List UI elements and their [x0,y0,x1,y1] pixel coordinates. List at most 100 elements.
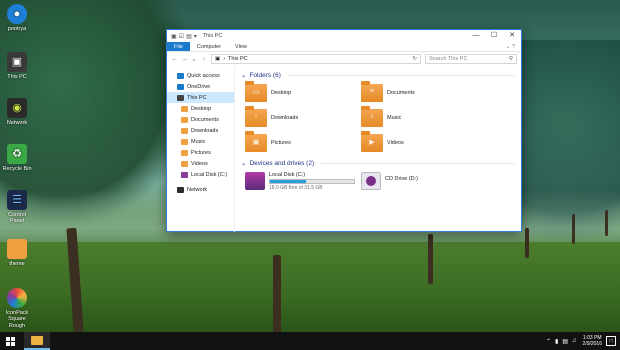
search-box[interactable]: Search This PC ⚲ [425,54,517,64]
drive-cd[interactable]: CD Drive (D:) [361,172,477,191]
nav-item-pictures[interactable]: Pictures [167,147,234,158]
drive-usage-bar [269,179,355,184]
nav-item-quick-access[interactable]: Quick access [167,70,234,81]
folder-icon [181,149,188,156]
this-pc-icon: ▣ [215,56,221,62]
title-bar[interactable]: ▣ ☑ ▤ ▾ This PC — ☐ ✕ [167,30,521,42]
nav-item-label: Music [191,138,206,145]
pictures-folder-icon: ▣ [245,131,267,152]
refresh-icon[interactable]: ↻ [412,56,417,62]
desktop-icon-network[interactable]: ◉ Network [2,98,32,126]
fence-post [525,228,529,258]
nav-item-label: Downloads [191,127,219,134]
folder-documents[interactable]: ≡ Documents [361,81,477,104]
nav-item-desktop[interactable]: Desktop [167,103,234,114]
user-icon: ● [7,4,27,24]
up-arrow-icon[interactable]: ↑ [201,56,207,63]
properties-icon[interactable]: ☑ [179,33,184,40]
chevron-down-icon[interactable]: ▾ [194,33,197,40]
address-row: ← → ⌄ ↑ ▣ › This PC ↻ Search This PC ⚲ [167,52,521,66]
breadcrumb-separator-icon: › [223,56,226,62]
nav-item-this-pc[interactable]: This PC [167,92,234,103]
system-tray: ⌃ ▮ ▤ ♫ 1:03 PM 2/9/2016 □ [546,335,620,347]
search-icon[interactable]: ⚲ [509,56,513,62]
iconpack-icon [7,288,27,308]
folder-pictures[interactable]: ▣ Pictures [245,131,361,154]
cd-drive-icon [361,172,381,190]
notifications-icon[interactable]: □ [606,336,616,346]
folder-icon [181,116,188,123]
tab-file[interactable]: File [167,42,190,51]
folders-section-header[interactable]: ⌄ Folders (6) [241,70,515,80]
nav-item-onedrive[interactable]: OneDrive [167,81,234,92]
clock[interactable]: 1:03 PM 2/9/2016 [583,335,602,347]
desktop-icon-iconpack[interactable]: IconPack Square Rough [2,288,32,329]
downloads-folder-icon: ↓ [245,106,267,127]
fence-post [273,255,281,333]
drive-usage-fill [270,180,307,183]
nav-item-label: Pictures [191,149,211,156]
fence-post [572,214,575,244]
folder-downloads[interactable]: ↓ Downloads [245,106,361,129]
drive-icon [181,171,188,178]
ribbon-tabs: File Computer View ⌄ ? [167,42,521,52]
section-title: Devices and drives (2) [249,159,315,167]
desktop-icon-control-panel[interactable]: ☰ Control Panel [2,190,32,225]
new-folder-icon[interactable]: ▤ [186,33,192,40]
nav-item-network[interactable]: Network [167,184,234,195]
folder-music[interactable]: ♪ Music [361,106,477,129]
tab-view[interactable]: View [228,42,254,51]
volume-icon[interactable]: ♫ [572,338,577,344]
taskbar-file-explorer[interactable] [24,332,50,350]
nav-item-videos[interactable]: Videos [167,158,234,169]
folder-icon [31,335,43,345]
folder-icon [181,105,188,112]
drives-section-header[interactable]: ⌄ Devices and drives (2) [241,158,515,168]
forward-arrow-icon[interactable]: → [181,56,188,63]
start-button[interactable] [0,332,20,350]
desktop-icon-label: Network [6,120,28,126]
drives-grid: Local Disk (C:) 18.0 GB free of 31.5 GB … [241,168,515,191]
drive-local-disk[interactable]: Local Disk (C:) 18.0 GB free of 31.5 GB [245,172,361,191]
search-placeholder: Search This PC [429,56,468,62]
minimize-button[interactable]: — [467,30,485,42]
recycle-bin-icon: ♻ [7,144,27,164]
fence-post [428,234,433,284]
nav-item-documents[interactable]: Documents [167,114,234,125]
recent-chevron-icon[interactable]: ⌄ [191,55,197,63]
this-pc-icon: ▣ [171,33,177,40]
maximize-button[interactable]: ☐ [485,30,503,42]
nav-item-label: Quick access [187,72,220,79]
folder-label: Desktop [271,90,292,96]
chevron-down-icon: ⌄ [241,160,247,167]
folder-label: Pictures [271,140,291,146]
expand-ribbon-icon[interactable]: ⌄ ? [506,42,521,51]
chevron-up-icon[interactable]: ⌃ [546,338,551,345]
nav-item-local-disk[interactable]: Local Disk (C:) [167,169,234,180]
documents-folder-icon: ≡ [361,81,383,102]
desktop-icon-user[interactable]: ● pootrya [2,4,32,32]
desktop-icon-this-pc[interactable]: ▣ This PC [2,52,32,80]
nav-item-downloads[interactable]: Downloads [167,125,234,136]
close-button[interactable]: ✕ [503,30,521,42]
folder-videos[interactable]: ▶ Videos [361,131,477,154]
network-icon[interactable]: ▤ [562,338,568,345]
breadcrumb[interactable]: This PC [228,56,248,62]
desktop-icon-theme[interactable]: theme [2,239,32,267]
folder-desktop[interactable]: ▭ Desktop [245,81,361,104]
tab-computer[interactable]: Computer [190,42,228,51]
folder-icon [181,127,188,134]
address-bar[interactable]: ▣ › This PC ↻ [211,54,421,64]
drive-label: Local Disk (C:) [269,172,306,178]
battery-icon[interactable]: ▮ [555,338,558,345]
section-title: Folders (6) [249,71,281,79]
desktop-icon-label: Recycle Bin [2,166,32,172]
desktop-icon-label: IconPack Square Rough [5,310,29,329]
content-pane: ⌄ Folders (6) ▭ Desktop ≡ Documents ↓ Downl… [235,66,521,232]
folder-icon [181,138,188,145]
divider [287,74,515,76]
nav-item-music[interactable]: Music [167,136,234,147]
nav-item-label: Documents [191,116,219,123]
desktop-icon-recycle-bin[interactable]: ♻ Recycle Bin [2,144,32,172]
back-arrow-icon[interactable]: ← [171,56,178,63]
